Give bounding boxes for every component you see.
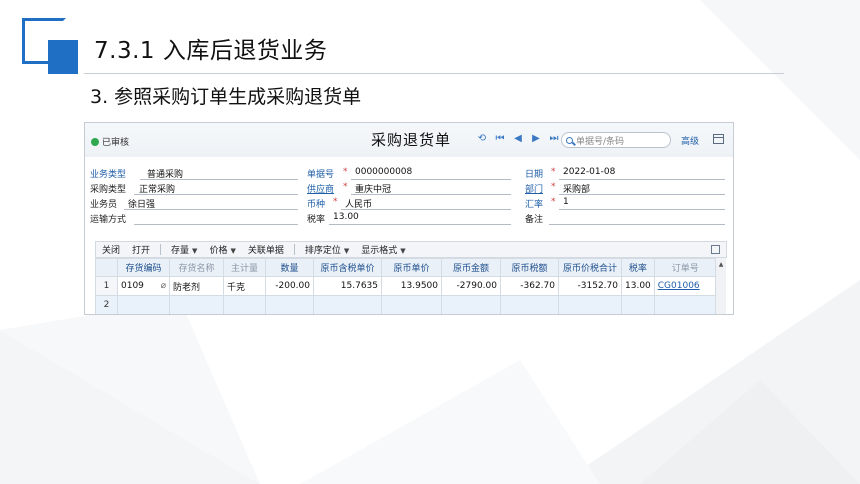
field-tax-rate[interactable]: 税率 13.00 [307, 211, 511, 225]
col-header[interactable]: 税率 [621, 258, 655, 277]
search-icon [566, 136, 573, 144]
scroll-up-icon[interactable]: ▲ [716, 261, 726, 268]
refresh-icon[interactable]: ⟲ [477, 133, 487, 144]
status-dot-icon [91, 137, 99, 146]
field-currency[interactable]: 币种 * 人民币 [307, 196, 511, 210]
link-doc-button[interactable]: 关联单据 [242, 243, 290, 256]
cell-total[interactable]: -3152.70 [558, 276, 622, 296]
col-header[interactable]: 数量 [265, 258, 314, 277]
first-record-icon[interactable]: ⏮ [495, 133, 505, 144]
col-header[interactable]: 存货编码 [117, 258, 170, 277]
display-format-menu[interactable]: 显示格式 ▼ [355, 243, 411, 256]
next-record-icon[interactable]: ▶ [531, 133, 541, 144]
col-header[interactable]: 存货名称 [169, 258, 224, 277]
col-header[interactable]: 原币含税单价 [313, 258, 382, 277]
slide-title: 7.3.1 入库后退货业务 [94, 38, 328, 64]
cell-code[interactable]: 0109 ⌀ [117, 276, 170, 296]
col-header[interactable]: 原币税额 [500, 258, 559, 277]
search-placeholder: 单据号/条码 [576, 136, 625, 147]
slide-subtitle: 3. 参照采购订单生成采购退货单 [90, 86, 362, 108]
title-divider [84, 73, 784, 74]
cell-qty[interactable]: -200.00 [265, 276, 314, 296]
field-bill-no[interactable]: 单据号 * 0000000008 [307, 166, 511, 180]
col-header[interactable]: 原币价税合计 [558, 258, 622, 277]
expand-icon[interactable] [711, 245, 720, 254]
cell-order-link[interactable]: CG01006 [653, 276, 717, 296]
cell-name[interactable]: 防老剂 [169, 276, 224, 296]
field-remark[interactable]: 备注 [525, 211, 725, 225]
form-title: 采购退货单 [371, 131, 452, 149]
cell-tax-price[interactable]: 15.7635 [313, 276, 382, 296]
prev-record-icon[interactable]: ◀ [513, 133, 523, 144]
table-row[interactable]: 1 0109 ⌀ 防老剂 千克 -200.00 15.7635 13.9500 -… [95, 276, 717, 296]
field-biz-type[interactable]: 业务类型 普通采购 [90, 166, 298, 180]
cell-tax[interactable]: -362.70 [500, 276, 559, 296]
sort-menu[interactable]: 排序定位 ▼ [299, 243, 355, 256]
record-navigation: ⟲ ⏮ ◀ ▶ ⏭ [477, 133, 559, 144]
cell-amount[interactable]: -2790.00 [441, 276, 501, 296]
grid-scrollbar[interactable]: ▲ [715, 258, 726, 314]
open-row-button[interactable]: 打开 [126, 243, 156, 256]
field-supplier[interactable]: 供应商 * 重庆中冠 [307, 181, 511, 195]
col-header[interactable]: 原币金额 [441, 258, 501, 277]
cell-rate[interactable]: 13.00 [621, 276, 655, 296]
paperclip-icon[interactable]: ⌀ [161, 281, 166, 291]
title-decoration-block [48, 40, 78, 74]
bill-search-input[interactable]: 单据号/条码 [561, 132, 671, 148]
field-clerk[interactable]: 业务员 徐日强 [90, 196, 298, 210]
field-purchase-type[interactable]: 采购类型 正常采购 [90, 181, 298, 195]
col-header[interactable]: 主计量 [223, 258, 266, 277]
last-record-icon[interactable]: ⏭ [549, 133, 559, 144]
close-row-button[interactable]: 关闭 [96, 243, 126, 256]
cell-unit[interactable]: 千克 [223, 276, 266, 296]
table-row[interactable]: 2 [95, 295, 717, 314]
price-menu[interactable]: 价格 ▼ [203, 243, 241, 256]
layout-icon[interactable] [713, 134, 724, 144]
caret-down-icon: ▼ [230, 247, 236, 255]
grid-toolbar: 关闭 打开 存量 ▼ 价格 ▼ 关联单据 排序定位 ▼ 显示格式 ▼ [95, 241, 727, 258]
field-transport[interactable]: 运输方式 [90, 211, 298, 225]
advanced-search-link[interactable]: 高级 [681, 134, 699, 147]
audit-status: 已审核 [91, 135, 129, 148]
cell-price[interactable]: 13.9500 [381, 276, 442, 296]
col-header[interactable]: 原币单价 [381, 258, 442, 277]
purchase-return-window: 已审核 采购退货单 ⟲ ⏮ ◀ ▶ ⏭ 单据号/条码 高级 业务类型 普通采购 … [84, 122, 734, 315]
field-rate[interactable]: 汇率 * 1 [525, 196, 725, 210]
field-dept[interactable]: 部门 * 采购部 [525, 181, 725, 195]
caret-down-icon: ▼ [400, 247, 406, 255]
grid-header-row: 存货编码 存货名称 主计量 数量 原币含税单价 原币单价 原币金额 原币税额 原… [95, 258, 717, 277]
col-header[interactable]: 订单号 [653, 258, 717, 277]
stock-menu[interactable]: 存量 ▼ [165, 243, 203, 256]
caret-down-icon: ▼ [343, 247, 350, 255]
caret-down-icon: ▼ [192, 247, 198, 255]
detail-grid: 存货编码 存货名称 主计量 数量 原币含税单价 原币单价 原币金额 原币税额 原… [95, 258, 717, 314]
status-label: 已审核 [102, 138, 130, 148]
field-date[interactable]: 日期 * 2022-01-08 [525, 166, 725, 180]
window-header: 已审核 采购退货单 ⟲ ⏮ ◀ ▶ ⏭ 单据号/条码 高级 [85, 123, 733, 157]
